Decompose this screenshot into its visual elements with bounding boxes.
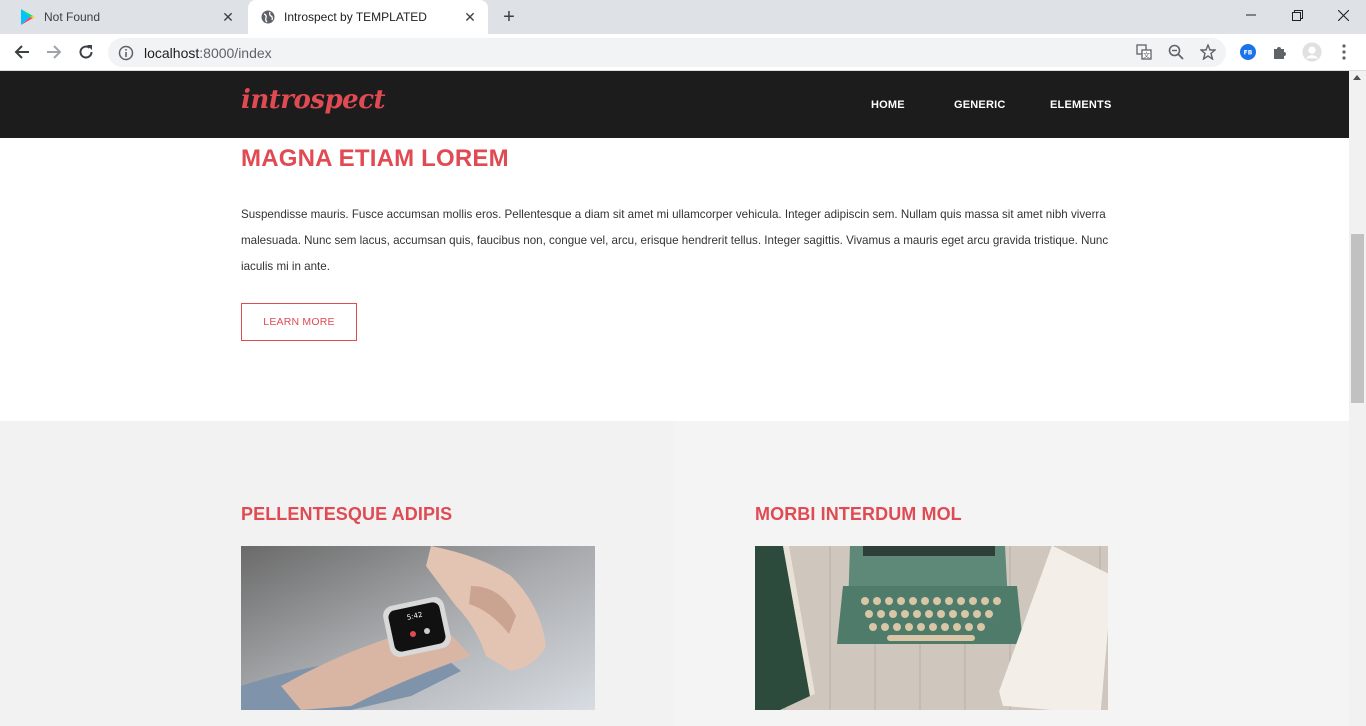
forward-icon[interactable] [40, 38, 68, 66]
tab-not-found[interactable]: Not Found ✕ [8, 0, 246, 34]
play-store-icon [20, 9, 36, 25]
feature-title-left: PELLENTESQUE ADIPIS [241, 504, 453, 524]
reload-icon[interactable] [72, 38, 100, 66]
zoom-icon[interactable] [1167, 43, 1185, 61]
feature-title-right: MORBI INTERDUM MOL [755, 504, 962, 524]
back-icon[interactable] [8, 38, 36, 66]
page-viewport: introspect HOME GENERIC ELEMENTS MAGNA E… [0, 71, 1349, 726]
nav-elements-link[interactable]: ELEMENTS [1050, 99, 1112, 111]
bookmark-star-icon[interactable] [1199, 43, 1217, 61]
smartwatch-photo: 5:42 [241, 546, 595, 710]
browser-toolbar: localhost:8000/index 文 FB [0, 34, 1366, 71]
banner-text: Suspendisse mauris. Fusce accumsan molli… [241, 208, 1109, 273]
site-header: introspect HOME GENERIC ELEMENTS [0, 71, 1349, 138]
scroll-up-arrow-icon[interactable] [1353, 75, 1361, 80]
nav-home-link[interactable]: HOME [871, 99, 905, 111]
address-bar[interactable]: localhost:8000/index [108, 38, 1226, 67]
learn-more-button[interactable]: LEARN MORE [241, 303, 357, 341]
tab-introspect[interactable]: Introspect by TEMPLATED ✕ [248, 0, 488, 34]
tab-strip: Not Found ✕ Introspect by TEMPLATED ✕ + [0, 0, 1366, 34]
banner-heading: MAGNA ETIAM LOREM [241, 145, 509, 172]
restore-icon[interactable] [1274, 0, 1320, 30]
page-scrollbar[interactable] [1349, 71, 1366, 726]
site-logo[interactable]: introspect [241, 85, 386, 115]
tab-title: Introspect by TEMPLATED [284, 10, 427, 24]
extensions-puzzle-icon[interactable] [1270, 42, 1290, 62]
close-icon[interactable]: ✕ [218, 7, 238, 27]
typewriter-photo [755, 546, 1108, 710]
url-host: localhost [144, 44, 200, 61]
info-icon[interactable] [118, 45, 134, 61]
close-window-icon[interactable] [1320, 0, 1366, 30]
new-tab-button[interactable]: + [498, 6, 520, 28]
nav-generic-link[interactable]: GENERIC [954, 99, 1006, 111]
profile-badge-text: FB [1244, 50, 1253, 57]
globe-icon [260, 9, 276, 25]
features-section: PELLENTESQUE ADIPIS 5:42 MORBI INTERDUM … [0, 421, 1349, 726]
url-text: localhost:8000/index [144, 45, 272, 61]
close-icon[interactable]: ✕ [460, 7, 480, 27]
profile-extension-icon[interactable]: FB [1238, 42, 1258, 62]
profile-avatar[interactable] [1302, 42, 1322, 62]
minimize-icon[interactable] [1228, 0, 1274, 30]
scrollbar-thumb[interactable] [1351, 234, 1364, 403]
translate-icon[interactable]: 文 [1135, 43, 1153, 61]
menu-kebab-icon[interactable] [1334, 42, 1354, 62]
tab-title: Not Found [44, 10, 101, 24]
svg-text:文: 文 [1143, 51, 1150, 60]
url-path: :8000/index [199, 44, 272, 61]
